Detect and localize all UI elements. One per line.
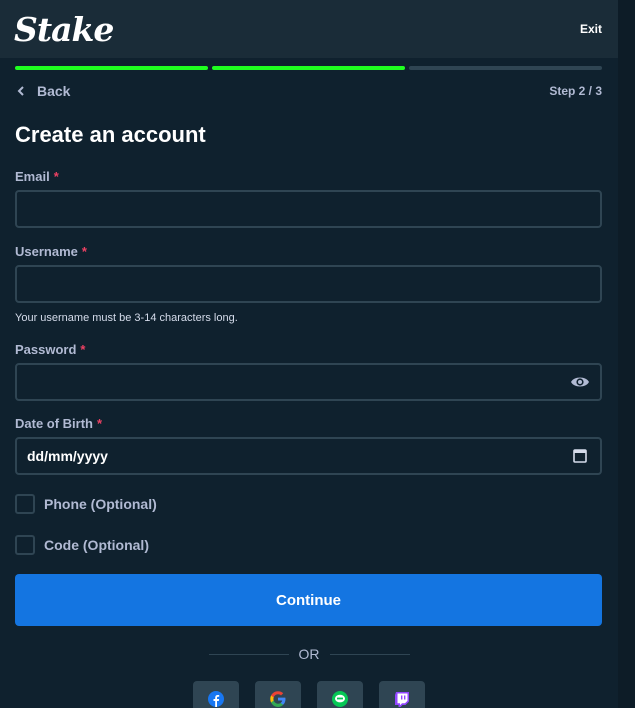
eye-icon[interactable] bbox=[570, 374, 590, 390]
continue-button[interactable]: Continue bbox=[15, 574, 602, 626]
google-login-button[interactable] bbox=[255, 681, 301, 708]
username-label: Username * bbox=[15, 244, 602, 259]
divider-line-right bbox=[329, 653, 410, 655]
progress-segment-3 bbox=[409, 66, 602, 70]
email-label-text: Email bbox=[15, 169, 50, 184]
email-group: Email * bbox=[15, 169, 602, 228]
page-backdrop bbox=[618, 0, 635, 708]
or-divider: OR bbox=[0, 646, 618, 662]
step-progress-bar bbox=[0, 66, 618, 70]
page-title: Create an account bbox=[15, 122, 206, 147]
exit-button[interactable]: Exit bbox=[580, 22, 602, 36]
email-field-wrapper bbox=[15, 190, 602, 228]
calendar-icon[interactable] bbox=[570, 448, 590, 464]
phone-optional-label: Phone (Optional) bbox=[44, 496, 157, 512]
registration-form: Email * Username * Your username must be… bbox=[0, 169, 618, 555]
username-group: Username * Your username must be 3-14 ch… bbox=[15, 244, 602, 324]
chevron-left-icon bbox=[17, 86, 24, 96]
username-label-text: Username bbox=[15, 244, 78, 259]
progress-segment-1 bbox=[15, 66, 208, 70]
required-mark: * bbox=[81, 244, 87, 259]
required-mark: * bbox=[53, 169, 59, 184]
google-icon bbox=[270, 691, 286, 707]
line-icon bbox=[332, 691, 348, 707]
username-field-wrapper bbox=[15, 265, 602, 303]
password-group: Password * bbox=[15, 342, 602, 401]
phone-optional-checkbox[interactable] bbox=[15, 494, 35, 514]
required-mark: * bbox=[80, 342, 86, 357]
required-mark: * bbox=[97, 416, 103, 431]
stake-logo: Stake bbox=[14, 9, 114, 49]
code-optional-row[interactable]: Code (Optional) bbox=[15, 535, 602, 555]
password-field[interactable] bbox=[27, 374, 570, 390]
social-login-row bbox=[0, 681, 618, 708]
email-field[interactable] bbox=[27, 201, 590, 217]
dob-group: Date of Birth * bbox=[15, 416, 602, 475]
twitch-login-button[interactable] bbox=[379, 681, 425, 708]
code-optional-checkbox[interactable] bbox=[15, 535, 35, 555]
back-button[interactable]: Back bbox=[15, 83, 70, 99]
twitch-icon bbox=[395, 692, 409, 707]
facebook-login-button[interactable] bbox=[193, 681, 239, 708]
line-login-button[interactable] bbox=[317, 681, 363, 708]
username-field[interactable] bbox=[27, 276, 590, 292]
password-field-wrapper bbox=[15, 363, 602, 401]
facebook-icon bbox=[208, 691, 224, 707]
dob-label-text: Date of Birth bbox=[15, 416, 93, 431]
password-label-text: Password bbox=[15, 342, 77, 357]
modal-header: Stake Exit bbox=[0, 0, 618, 58]
divider-line-left bbox=[208, 653, 289, 655]
username-hint: Your username must be 3-14 characters lo… bbox=[15, 312, 238, 324]
progress-segment-2 bbox=[212, 66, 405, 70]
registration-modal: Stake Exit Back Step 2 / 3 Create an acc… bbox=[0, 0, 618, 708]
email-label: Email * bbox=[15, 169, 602, 184]
dob-field[interactable] bbox=[27, 448, 570, 464]
code-optional-label: Code (Optional) bbox=[44, 537, 149, 553]
password-label: Password * bbox=[15, 342, 602, 357]
step-indicator: Step 2 / 3 bbox=[549, 84, 602, 98]
dob-label: Date of Birth * bbox=[15, 416, 602, 431]
or-label: OR bbox=[298, 646, 320, 662]
back-label: Back bbox=[37, 83, 71, 99]
dob-field-wrapper bbox=[15, 437, 602, 475]
phone-optional-row[interactable]: Phone (Optional) bbox=[15, 494, 602, 514]
step-nav: Back Step 2 / 3 bbox=[0, 83, 618, 99]
